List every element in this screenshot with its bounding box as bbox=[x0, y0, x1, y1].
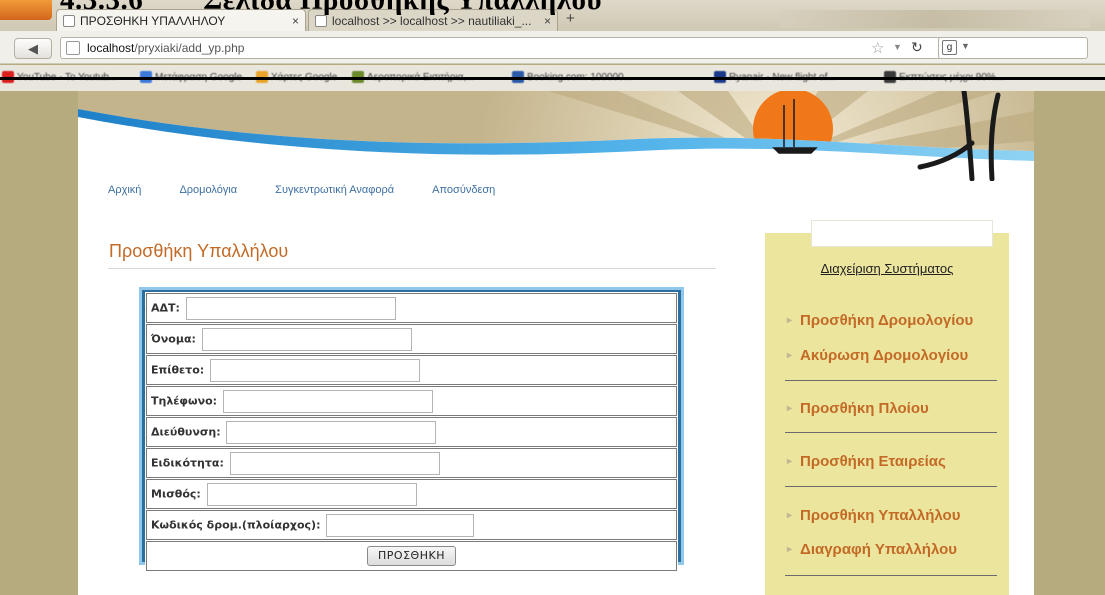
field-label: Διεύθυνση: bbox=[151, 425, 221, 438]
search-engine-dropdown-icon[interactable]: ▼ bbox=[961, 41, 970, 51]
history-dropdown-icon[interactable]: ▼ bbox=[893, 42, 902, 52]
field-label: Μισθός: bbox=[151, 487, 201, 500]
specialty-input[interactable] bbox=[229, 451, 440, 475]
first-name-input[interactable] bbox=[201, 327, 412, 351]
sidebar-link-label: Προσθήκη Εταιρείας bbox=[800, 453, 946, 470]
sidebar-link-add-ship[interactable]: ▸ Προσθήκη Πλοίου bbox=[787, 400, 929, 417]
adt-input[interactable] bbox=[185, 296, 396, 320]
header-banner-image bbox=[78, 91, 1034, 181]
url-host: localhost bbox=[87, 41, 135, 55]
bullet-icon: ▸ bbox=[787, 544, 793, 555]
phone-input[interactable] bbox=[222, 389, 433, 413]
browser-menu-button[interactable] bbox=[0, 0, 52, 20]
bullet-icon: ▸ bbox=[787, 456, 793, 467]
sidebar-link-label: Ακύρωση Δρομολογίου bbox=[800, 347, 969, 364]
sidebar-search-input[interactable] bbox=[811, 220, 993, 247]
sidebar-divider bbox=[785, 432, 997, 433]
address-bar[interactable]: localhost/pryxiaki/add_yp.php ☆ ▼ ↻ bbox=[60, 37, 950, 59]
form-row-phone: Τηλέφωνο: bbox=[146, 386, 677, 416]
bullet-icon: ▸ bbox=[787, 403, 793, 414]
form-row-salary: Μισθός: bbox=[146, 479, 677, 509]
form-row-first-name: Όνομα: bbox=[146, 324, 677, 354]
sidebar-divider bbox=[785, 486, 997, 487]
form-row-address: Διεύθυνση: bbox=[146, 417, 677, 447]
blurred-tab-area bbox=[780, 10, 1090, 28]
field-label: Επίθετο: bbox=[151, 363, 205, 376]
nav-link-routes[interactable]: Δρομολόγια bbox=[179, 184, 237, 196]
sidebar-link-add-route[interactable]: ▸ Προσθήκη Δρομολογίου bbox=[787, 312, 973, 329]
sidebar-link-add-company[interactable]: ▸ Προσθήκη Εταιρείας bbox=[787, 453, 946, 470]
form-row-adt: ΑΔΤ: bbox=[146, 293, 677, 323]
nav-link-logout[interactable]: Αποσύνδεση bbox=[432, 184, 495, 196]
bookmark-star-icon[interactable]: ☆ bbox=[871, 39, 884, 57]
field-label: Τηλέφωνο: bbox=[151, 394, 218, 407]
sidebar-divider bbox=[785, 575, 997, 576]
url-path: /pryxiaki/add_yp.php bbox=[134, 41, 245, 55]
sidebar-link-label: Προσθήκη Υπαλλήλου bbox=[800, 507, 961, 524]
nav-link-home[interactable]: Αρχική bbox=[108, 184, 141, 196]
browser-nav-bar: ◀ localhost/pryxiaki/add_yp.php ☆ ▼ ↻ g … bbox=[0, 31, 1105, 64]
sidebar-link-add-employee[interactable]: ▸ Προσθήκη Υπαλλήλου bbox=[787, 507, 960, 524]
nav-link-summary-report[interactable]: Συγκεντρωτική Αναφορά bbox=[275, 184, 394, 196]
bullet-icon: ▸ bbox=[787, 510, 793, 521]
salary-input[interactable] bbox=[206, 482, 417, 506]
form-table: ΑΔΤ: Όνομα: Επίθετο: Τηλέφωνο: Διεύθυνση… bbox=[145, 292, 678, 572]
web-page: Αρχική Δρομολόγια Συγκεντρωτική Αναφορά … bbox=[78, 91, 1034, 595]
title-divider bbox=[108, 268, 716, 269]
section-title: Σελίδα Προσθήκης Υπαλλήλου bbox=[203, 0, 603, 16]
field-label: Ειδικότητα: bbox=[151, 456, 224, 469]
site-identity-icon bbox=[66, 41, 80, 55]
form-row-submit: ΠΡΟΣΘΗΚΗ bbox=[146, 541, 677, 571]
form-row-last-name: Επίθετο: bbox=[146, 355, 677, 385]
route-code-input[interactable] bbox=[326, 513, 475, 537]
bullet-icon: ▸ bbox=[787, 350, 793, 361]
sidebar-divider bbox=[785, 380, 997, 381]
back-button[interactable]: ◀ bbox=[14, 38, 52, 59]
form-row-route-code: Κωδικός δρομ.(πλοίαρχος): bbox=[146, 510, 677, 540]
sidebar-heading[interactable]: Διαχείριση Συστήματος bbox=[765, 261, 1009, 276]
document-rule-line bbox=[0, 77, 1105, 80]
page-title: Προσθήκη Υπαλλήλου bbox=[109, 241, 289, 261]
sidebar-link-delete-employee[interactable]: ▸ Διαγραφή Υπαλλήλου bbox=[787, 541, 957, 558]
field-label: ΑΔΤ: bbox=[151, 301, 180, 314]
section-number: 4.3.3.6 bbox=[60, 0, 144, 16]
field-label: Όνομα: bbox=[151, 332, 196, 345]
bullet-icon: ▸ bbox=[787, 315, 793, 326]
sidebar-link-cancel-route[interactable]: ▸ Ακύρωση Δρομολογίου bbox=[787, 347, 968, 364]
search-engine-icon[interactable]: g bbox=[942, 40, 957, 55]
add-employee-form: ΑΔΤ: Όνομα: Επίθετο: Τηλέφωνο: Διεύθυνση… bbox=[139, 287, 684, 572]
form-row-specialty: Ειδικότητα: bbox=[146, 448, 677, 478]
search-bar[interactable]: g ▼ bbox=[938, 37, 1088, 59]
url-text: localhost/pryxiaki/add_yp.php bbox=[87, 41, 244, 55]
last-name-input[interactable] bbox=[210, 358, 421, 382]
add-button[interactable]: ΠΡΟΣΘΗΚΗ bbox=[367, 546, 456, 566]
document-section-heading: 4.3.3.6 Σελίδα Προσθήκης Υπαλλήλου bbox=[60, 0, 602, 17]
address-input[interactable] bbox=[226, 420, 437, 444]
sidebar-link-label: Διαγραφή Υπαλλήλου bbox=[800, 541, 958, 558]
sidebar-link-label: Προσθήκη Πλοίου bbox=[800, 400, 929, 417]
admin-sidebar: Διαχείριση Συστήματος ▸ Προσθήκη Δρομολο… bbox=[765, 220, 1009, 595]
field-label: Κωδικός δρομ.(πλοίαρχος): bbox=[151, 518, 321, 531]
reload-icon[interactable]: ↻ bbox=[911, 39, 923, 56]
main-navigation: Αρχική Δρομολόγια Συγκεντρωτική Αναφορά … bbox=[108, 184, 533, 196]
back-arrow-icon: ◀ bbox=[28, 41, 38, 56]
sidebar-link-label: Προσθήκη Δρομολογίου bbox=[800, 312, 974, 329]
